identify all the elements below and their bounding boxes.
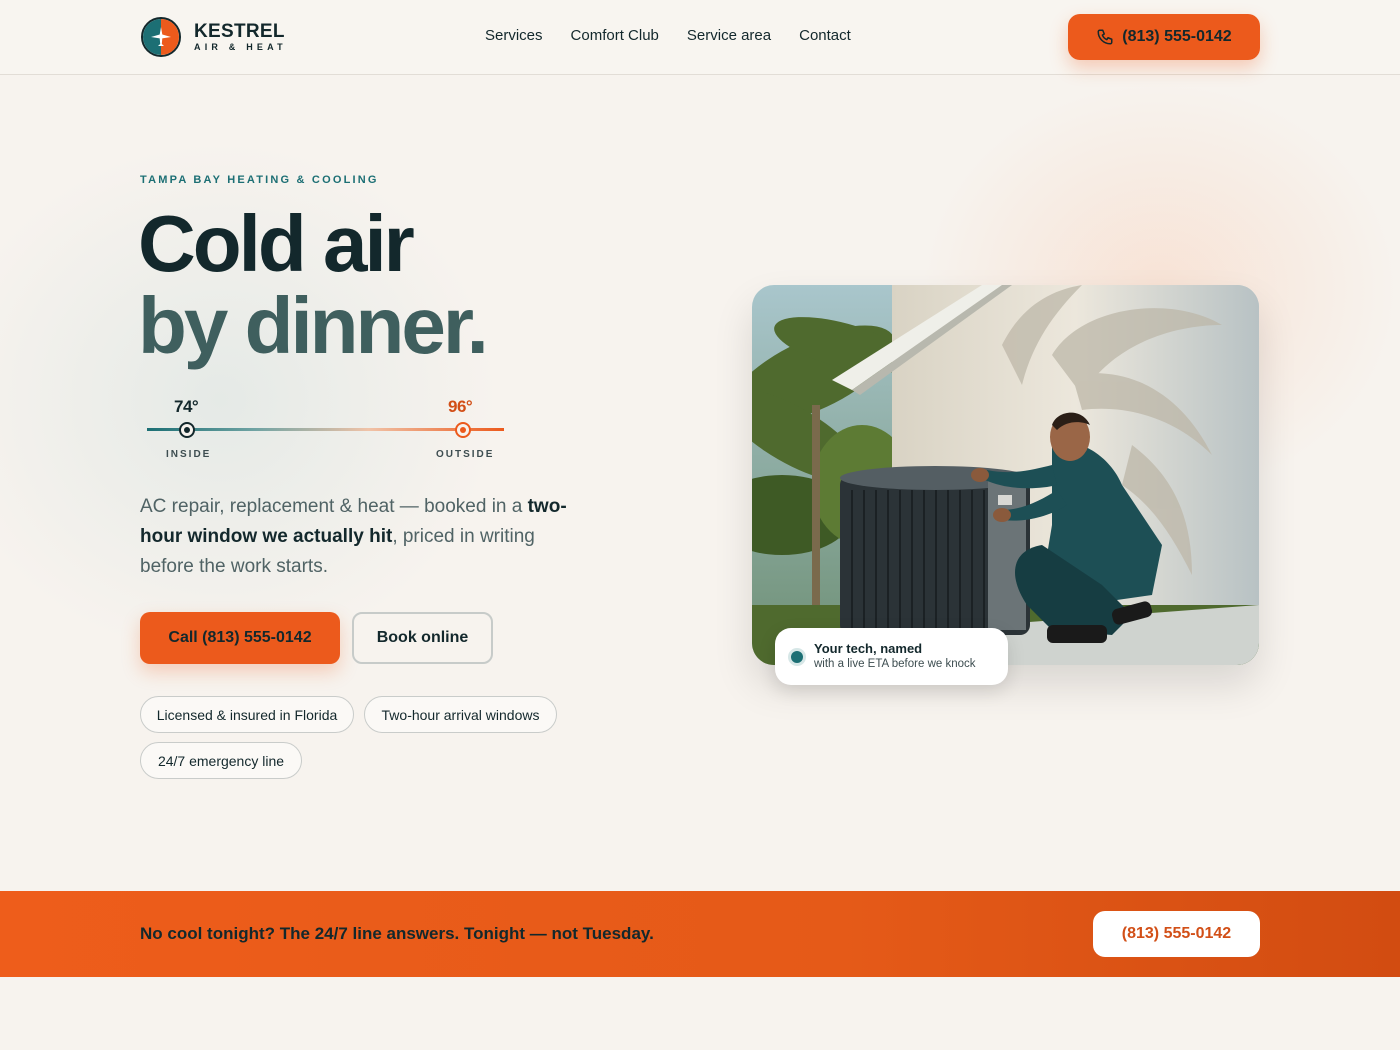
- headline-line-1: Cold air: [138, 199, 415, 288]
- inside-temp-label: INSIDE: [166, 449, 212, 460]
- outside-temp-label: OUTSIDE: [436, 449, 495, 460]
- tech-card-subtitle: with a live ETA before we knock: [814, 658, 976, 670]
- lead-text-1: AC repair, replacement & heat — booked i…: [140, 496, 528, 517]
- outside-temp-marker: [455, 422, 471, 438]
- emergency-band-text: No cool tonight? The 24/7 line answers. …: [140, 924, 654, 943]
- nav-comfort-club[interactable]: Comfort Club: [571, 27, 659, 44]
- nav-services[interactable]: Services: [485, 27, 543, 44]
- emergency-band: No cool tonight? The 24/7 line answers. …: [0, 891, 1400, 977]
- phone-icon: [1097, 29, 1113, 45]
- temperature-gauge: 74° 96° INSIDE OUTSIDE: [140, 395, 520, 465]
- nav-service-area[interactable]: Service area: [687, 27, 771, 44]
- book-online-button[interactable]: Book online: [352, 612, 493, 664]
- brand-name: KESTREL: [194, 21, 285, 42]
- live-status-dot: [791, 651, 803, 663]
- header-call-label: (813) 555-0142: [1122, 28, 1232, 45]
- hero-eyebrow: TAMPA BAY HEATING & COOLING: [140, 174, 379, 186]
- badge-emergency: 24/7 emergency line: [140, 742, 302, 779]
- main-nav: Services Comfort Club Service area Conta…: [485, 27, 851, 44]
- hero-lead: AC repair, replacement & heat — booked i…: [140, 492, 590, 582]
- technician-photo: [752, 285, 1259, 665]
- site-header: KESTREL AIR & HEAT Services Comfort Club…: [0, 0, 1400, 75]
- nav-contact[interactable]: Contact: [799, 27, 851, 44]
- call-button[interactable]: Call (813) 555-0142: [140, 612, 340, 664]
- hero-headline: Cold air by dinner.: [138, 199, 489, 370]
- tech-eta-card: Your tech, named with a live ETA before …: [775, 628, 1008, 685]
- inside-temp-marker: [179, 422, 195, 438]
- brand-tagline: AIR & HEAT: [194, 42, 287, 52]
- emergency-call-button[interactable]: (813) 555-0142: [1093, 911, 1260, 957]
- brand-logo[interactable]: KESTREL AIR & HEAT: [141, 17, 287, 57]
- inside-temp-value: 74°: [174, 397, 199, 416]
- header-call-button[interactable]: (813) 555-0142: [1068, 14, 1260, 60]
- badge-licensed: Licensed & insured in Florida: [140, 696, 354, 733]
- kestrel-logo-icon: [141, 17, 181, 57]
- headline-line-2: by dinner.: [138, 281, 489, 370]
- tech-card-title: Your tech, named: [814, 641, 923, 656]
- outside-temp-value: 96°: [448, 397, 473, 416]
- temperature-track: [147, 428, 504, 431]
- badge-arrival-windows: Two-hour arrival windows: [364, 696, 557, 733]
